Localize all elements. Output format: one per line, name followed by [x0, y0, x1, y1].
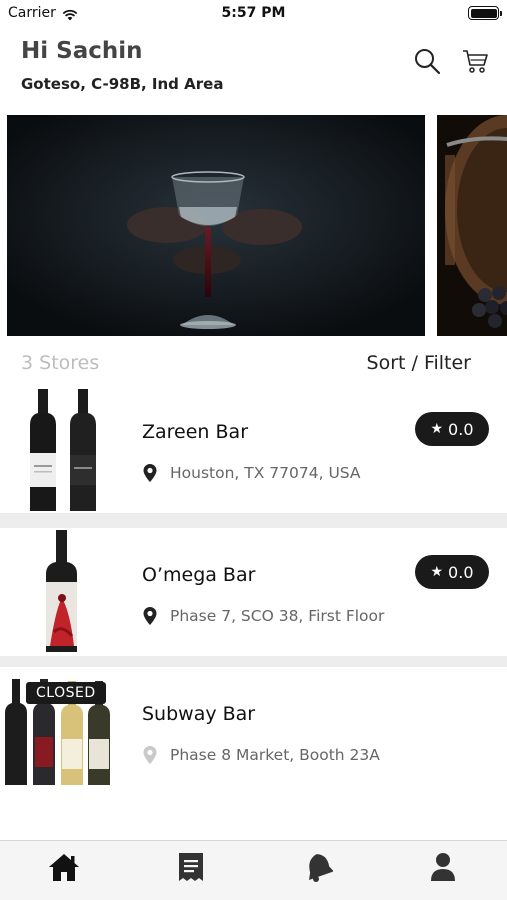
store-card[interactable]: O’mega Bar Phase 7, SCO 38, First Floor …	[0, 528, 507, 656]
star-icon: ★	[430, 421, 444, 437]
tab-profile[interactable]	[423, 847, 463, 887]
profile-icon	[431, 853, 455, 881]
store-card[interactable]: CLOSED Subway Bar Phase 8 Market, Booth …	[0, 667, 507, 795]
location-pin-icon	[143, 746, 157, 764]
banner-wine-barrel-image[interactable]	[437, 115, 507, 336]
rating-badge: ★ 0.0	[415, 555, 489, 589]
tab-notifications[interactable]	[298, 847, 338, 887]
rating-value: 0.0	[448, 562, 474, 582]
location-pin-icon	[143, 607, 157, 625]
battery-icon	[468, 6, 502, 20]
store-location: Phase 7, SCO 38, First Floor	[142, 606, 384, 626]
closed-badge: CLOSED	[26, 682, 106, 704]
store-list: Zareen Bar Houston, TX 77074, USA ★ 0.0	[0, 385, 507, 795]
status-bar: Carrier 5:57 PM	[0, 0, 507, 28]
banner-carousel[interactable]	[0, 115, 507, 336]
sort-filter-button[interactable]: Sort / Filter	[367, 352, 471, 374]
store-image	[0, 528, 130, 656]
orders-icon	[179, 853, 203, 881]
banner-wine-glass-image[interactable]	[7, 115, 425, 336]
tab-orders[interactable]	[171, 847, 211, 887]
store-image	[0, 385, 130, 513]
search-icon	[415, 49, 441, 75]
tab-home[interactable]	[44, 847, 84, 887]
notifications-icon	[309, 854, 333, 882]
bottom-tab-bar	[0, 840, 507, 900]
clock: 5:57 PM	[221, 5, 286, 21]
store-location: Phase 8 Market, Booth 23A	[142, 745, 380, 765]
rating-badge: ★ 0.0	[415, 412, 489, 446]
store-location: Houston, TX 77074, USA	[142, 463, 361, 483]
rating-value: 0.0	[448, 419, 474, 439]
location-pin-icon	[143, 464, 157, 482]
search-button[interactable]	[410, 44, 444, 78]
stores-header: 3 Stores Sort / Filter	[0, 340, 507, 386]
cart-icon	[463, 50, 488, 73]
store-name: Subway Bar	[142, 703, 256, 725]
cart-button[interactable]	[458, 44, 492, 78]
greeting-title: Hi Sachin	[21, 38, 143, 64]
store-address: Phase 8 Market, Booth 23A	[170, 746, 380, 764]
store-name: O’mega Bar	[142, 564, 256, 586]
store-card[interactable]: Zareen Bar Houston, TX 77074, USA ★ 0.0	[0, 385, 507, 513]
store-address: Houston, TX 77074, USA	[170, 464, 361, 482]
stores-count: 3 Stores	[21, 352, 100, 374]
store-name: Zareen Bar	[142, 421, 249, 443]
star-icon: ★	[430, 564, 444, 580]
delivery-address[interactable]: Goteso, C-98B, Ind Area	[21, 75, 223, 93]
store-address: Phase 7, SCO 38, First Floor	[170, 607, 385, 625]
home-icon	[49, 854, 79, 881]
